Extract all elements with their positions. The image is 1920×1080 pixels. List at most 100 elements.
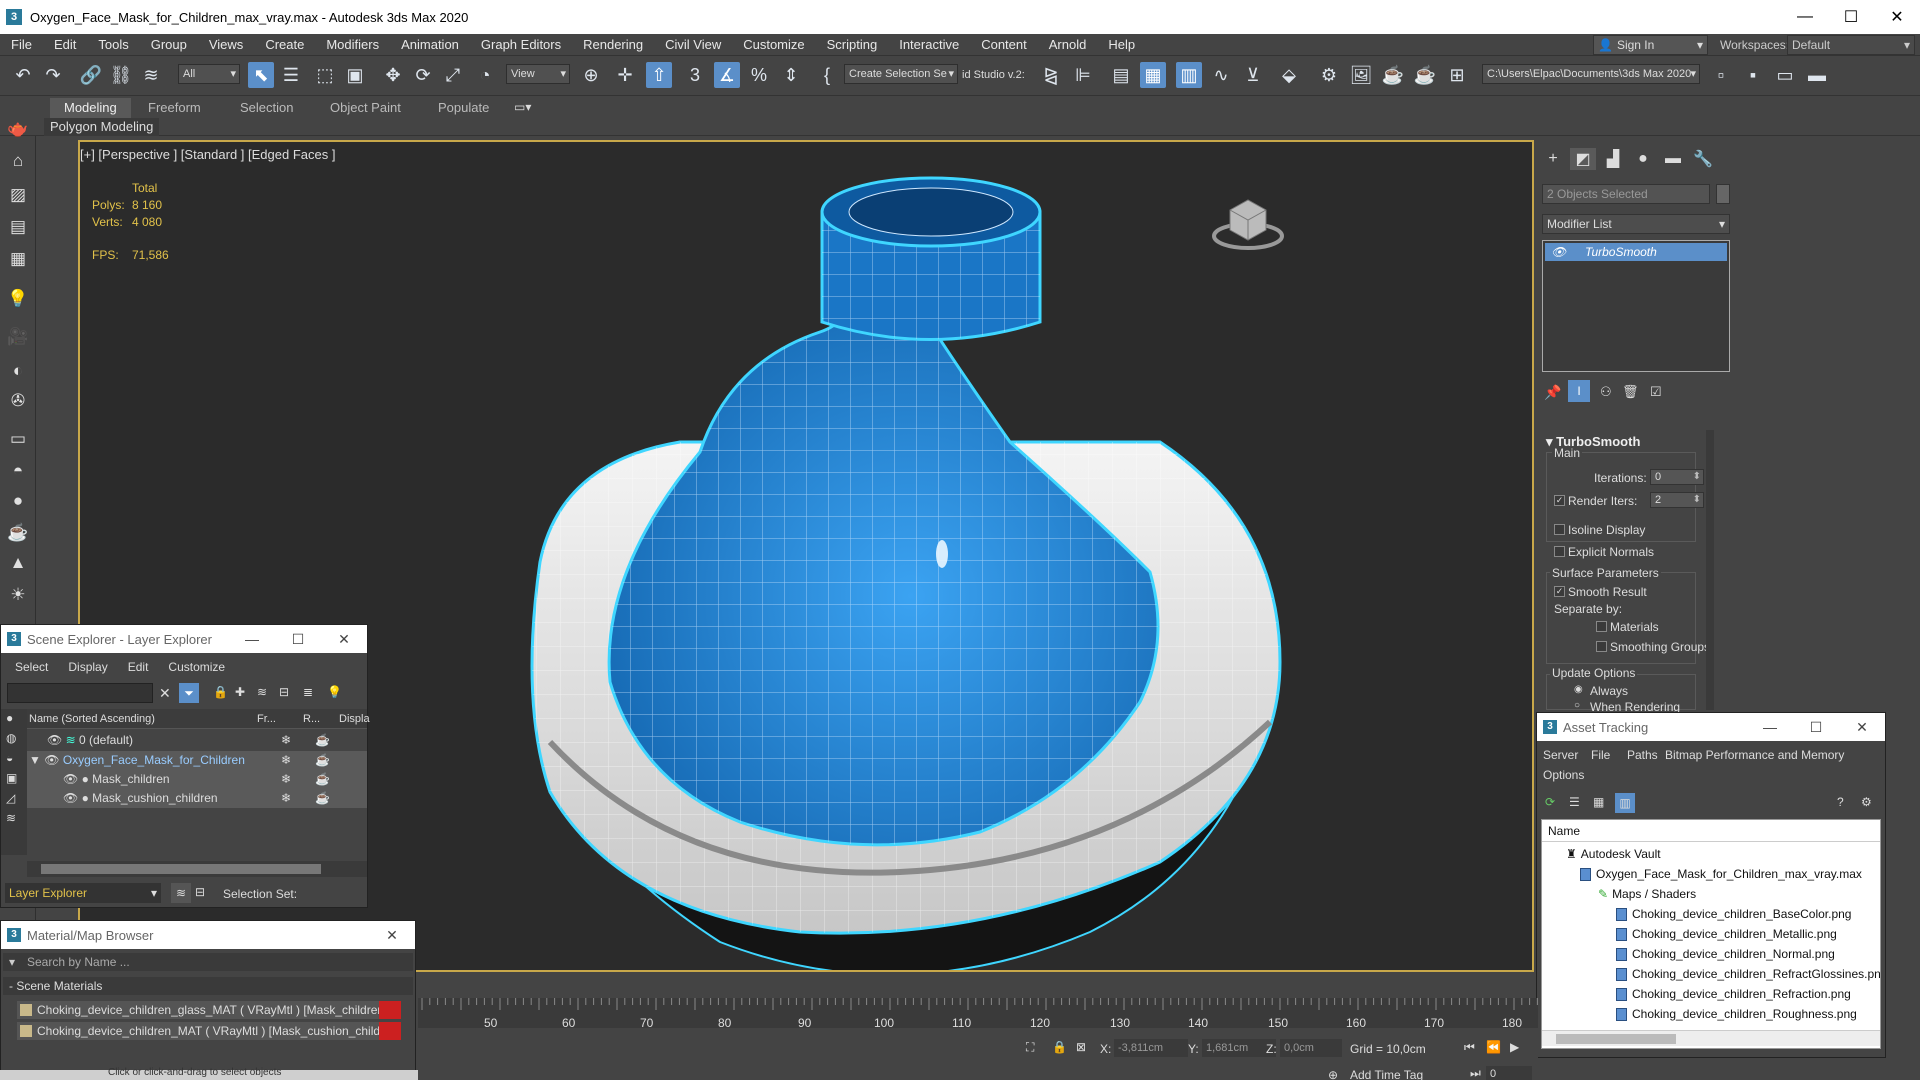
menu-scripting[interactable]: Scripting [816, 37, 889, 52]
go-to-start-icon[interactable]: ⏮ [1464, 1040, 1475, 1055]
list-view-icon[interactable]: ☰ [1569, 795, 1580, 809]
cone-icon[interactable]: ▲ [5, 550, 31, 576]
smoothing-groups-checkbox[interactable] [1596, 641, 1607, 652]
play-icon[interactable]: ▶ [1510, 1040, 1519, 1054]
render-teapot-icon[interactable]: ☕ [315, 751, 330, 770]
maximize-icon[interactable]: ☐ [1793, 713, 1839, 741]
se-menu-customize[interactable]: Customize [168, 657, 225, 677]
at-menu-file[interactable]: File [1591, 745, 1610, 765]
ribbon-toggle-icon[interactable]: ▥ [1176, 62, 1202, 88]
search-options-icon[interactable]: ▾ [9, 953, 15, 971]
maximize-icon[interactable]: ☐ [1828, 0, 1874, 34]
spinner-snap-icon[interactable]: ⇕ [778, 62, 804, 88]
sign-in-dropdown[interactable]: 👤 Sign In ▾ [1593, 35, 1708, 55]
isoline-display-checkbox[interactable] [1554, 524, 1565, 535]
eye-icon[interactable]: 👁 [63, 791, 78, 805]
column-name[interactable]: Name (Sorted Ascending) [29, 709, 155, 729]
layer-manager-icon[interactable]: ≋ [171, 883, 191, 903]
timeline-ruler[interactable]: 50 60 70 80 90 100 110 120 130 140 150 1… [418, 998, 1538, 1030]
asset-map-row[interactable]: Choking_device_children_Roughness.png [1616, 1004, 1857, 1024]
menu-views[interactable]: Views [198, 37, 254, 52]
render-teapot-icon[interactable]: ☕ [315, 789, 330, 808]
menu-arnold[interactable]: Arnold [1038, 37, 1098, 52]
frame-step-icon[interactable]: ⏭ [1470, 1066, 1481, 1080]
scene-materials-header[interactable]: - Scene Materials [3, 977, 413, 995]
percent-snap-icon[interactable]: % [746, 62, 772, 88]
material-search-input[interactable]: ▾ Search by Name ... [3, 953, 413, 971]
helpers-icon[interactable]: ◐ [5, 358, 31, 384]
selection-lock-icon[interactable]: 🔒 [1052, 1040, 1067, 1054]
layers-icon[interactable]: ≣ [303, 685, 313, 699]
sphere-icon[interactable]: ● [5, 488, 31, 514]
material-editor-icon[interactable]: ⬙ [1276, 62, 1302, 88]
toggle-scene-explorer-icon[interactable]: ▤ [1108, 62, 1134, 88]
asset-tracking-titlebar[interactable]: 3 Asset Tracking — ☐ ✕ [1537, 713, 1885, 741]
menu-content[interactable]: Content [970, 37, 1038, 52]
object-row[interactable]: 👁 ● Mask_children ❄ ☕ [27, 770, 367, 789]
selection-set-icon[interactable]: ⊟ [195, 885, 205, 899]
close-icon[interactable]: ✕ [369, 921, 415, 949]
configure-sets-icon[interactable]: ☑ [1650, 384, 1662, 400]
iterations-spinner[interactable]: 0 [1650, 469, 1704, 485]
render-setup-icon[interactable]: ⚙ [1316, 62, 1342, 88]
utilities-panel-icon[interactable]: 🔧 [1690, 148, 1716, 170]
at-menu-paths[interactable]: Paths [1627, 745, 1658, 765]
object-name-field[interactable]: 2 Objects Selected [1542, 184, 1710, 204]
menu-animation[interactable]: Animation [390, 37, 470, 52]
snaps-toggle-icon[interactable]: 3 [682, 62, 708, 88]
scale-icon[interactable]: ⤢ [440, 62, 466, 88]
render-iters-spinner[interactable]: 2 [1650, 492, 1704, 508]
asset-map-row[interactable]: Choking_device_children_Refraction.png [1616, 984, 1851, 1004]
light-icon[interactable]: 💡 [5, 286, 31, 312]
display-objects-icon[interactable]: ● [6, 711, 13, 725]
scrollbar-thumb[interactable] [41, 864, 321, 874]
object-color-swatch[interactable] [1716, 184, 1730, 204]
schematic-view-icon[interactable]: ⊻ [1240, 62, 1266, 88]
object-row[interactable]: 👁 ● Mask_cushion_children ❄ ☕ [27, 789, 367, 808]
grid-icon[interactable]: ▦ [5, 246, 31, 272]
layer-stack-icon[interactable]: ≋ [257, 685, 267, 699]
pivot-center-icon[interactable]: ⊕ [578, 62, 604, 88]
column-render[interactable]: R... [303, 709, 320, 729]
render-production-icon[interactable]: ☕ [1380, 62, 1406, 88]
freeze-icon[interactable]: ❄ [281, 789, 291, 808]
menu-file[interactable]: File [0, 37, 43, 52]
selection-filter-dropdown[interactable]: All [178, 64, 240, 84]
open-folder-icon[interactable]: ▬ [1804, 62, 1830, 88]
thumbnail-view-icon[interactable]: ▦ [1593, 795, 1604, 809]
display-cameras-icon[interactable]: ▣ [6, 771, 17, 785]
menu-customize[interactable]: Customize [732, 37, 815, 52]
at-menu-server[interactable]: Server [1543, 745, 1578, 765]
scene-search-input[interactable] [7, 683, 153, 703]
at-menu-bitmap-performance[interactable]: Bitmap Performance and Memory [1665, 745, 1844, 765]
explicit-normals-checkbox[interactable] [1554, 546, 1565, 557]
modifier-stack-item[interactable]: 👁 TurboSmooth [1545, 243, 1727, 261]
settings-icon[interactable]: ⚙ [1861, 795, 1872, 809]
se-menu-display[interactable]: Display [68, 657, 107, 677]
set-project-icon[interactable]: ▪ [1740, 62, 1766, 88]
align-icon[interactable]: ⊫ [1070, 62, 1096, 88]
se-menu-edit[interactable]: Edit [128, 657, 149, 677]
command-panel-scrollbar[interactable] [1706, 430, 1714, 710]
explorer-type-dropdown[interactable]: Layer Explorer ▾ [5, 883, 161, 903]
window-crossing-icon[interactable]: ▣ [342, 62, 368, 88]
create-panel-icon[interactable]: + [1540, 148, 1566, 170]
asset-list-header[interactable]: Name [1542, 820, 1880, 842]
show-end-result-icon[interactable]: I [1568, 380, 1590, 402]
modify-panel-icon[interactable]: ◩ [1570, 148, 1596, 170]
render-iters-checkbox[interactable]: ✓ [1554, 495, 1565, 506]
eye-icon[interactable]: 👁 [44, 753, 59, 767]
pin-stack-icon[interactable]: 📌 [1544, 384, 1561, 401]
motion-panel-icon[interactable]: ● [1630, 148, 1656, 170]
asset-file-row[interactable]: Oxygen_Face_Mask_for_Children_max_vray.m… [1580, 864, 1862, 884]
asset-map-row[interactable]: Choking_device_children_Metallic.png [1616, 924, 1837, 944]
asset-maps-row[interactable]: ✎ Maps / Shaders [1598, 884, 1696, 904]
layer-row[interactable]: ▼ 👁 Oxygen_Face_Mask_for_Children ❄ ☕ [27, 751, 367, 770]
keyboard-shortcut-override-icon[interactable]: ⇧ [646, 62, 672, 88]
table-view-icon[interactable]: ▥ [1615, 793, 1635, 813]
bind-space-warp-icon[interactable]: ≋ [138, 62, 164, 88]
when-rendering-radio[interactable]: ○ [1574, 700, 1580, 711]
clear-search-icon[interactable]: ✕ [159, 685, 171, 702]
help-icon[interactable]: ? [1837, 795, 1844, 809]
link-icon[interactable]: 🔗 [78, 62, 104, 88]
